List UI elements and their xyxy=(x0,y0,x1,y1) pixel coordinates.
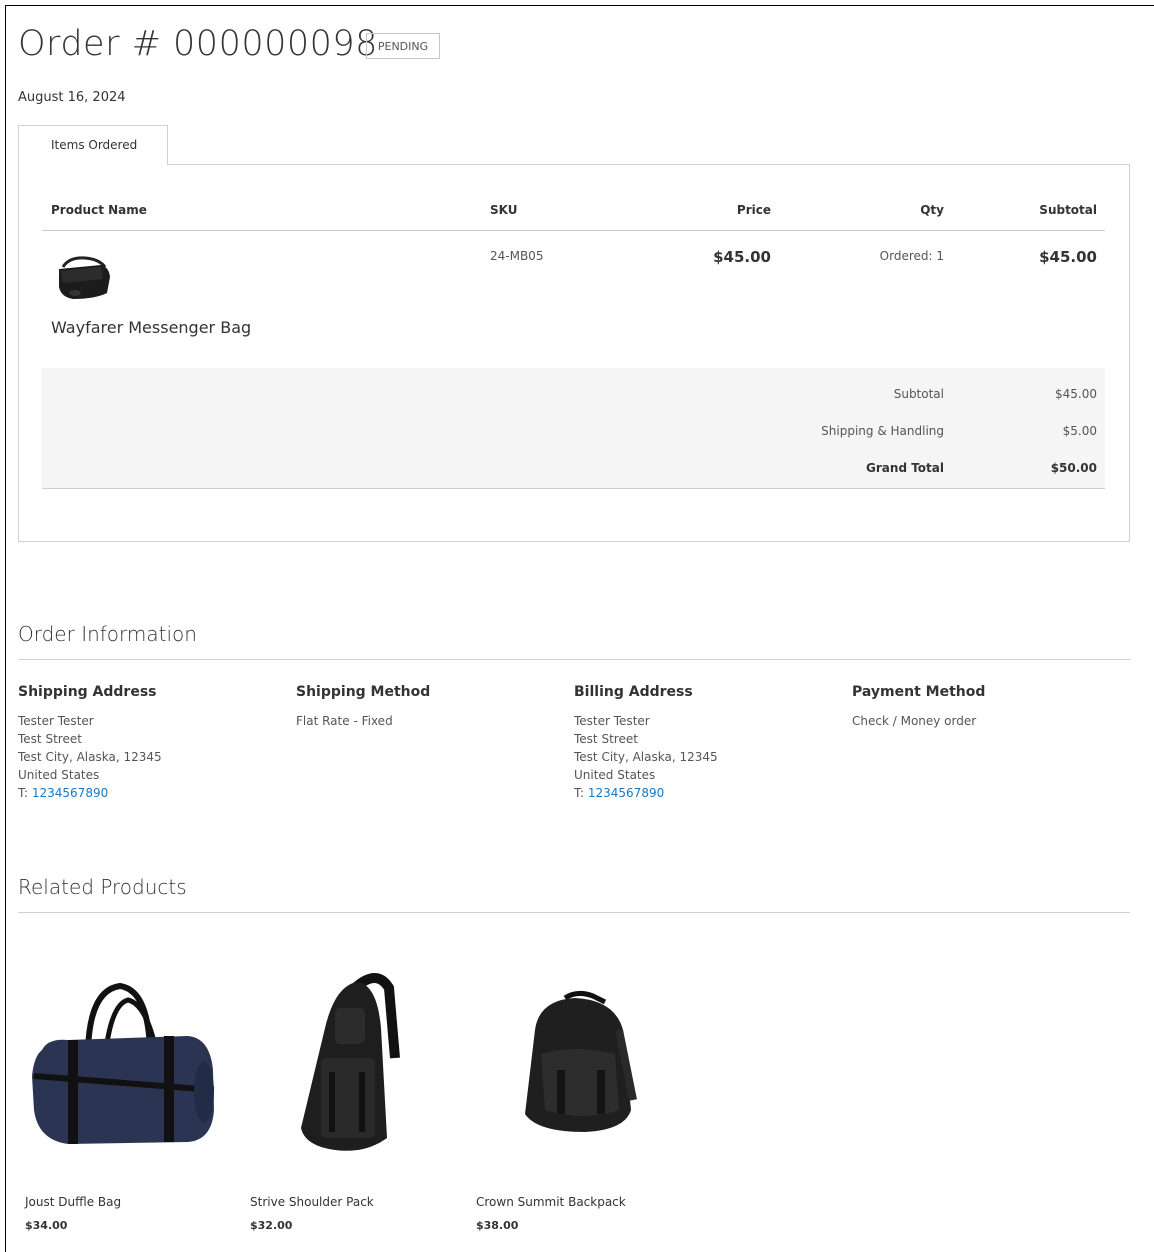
related-product-name[interactable]: Strive Shoulder Pack xyxy=(250,1195,374,1209)
product-qty: Ordered: 1 xyxy=(879,249,944,263)
column-header-price: Price xyxy=(736,203,771,217)
section-divider xyxy=(18,659,1130,660)
billing-name: Tester Tester xyxy=(574,714,650,728)
tab-items-ordered[interactable]: Items Ordered xyxy=(18,125,168,165)
totals-grand-total-value: $50.00 xyxy=(1050,461,1097,475)
shipping-country: United States xyxy=(18,768,100,782)
related-product-name[interactable]: Joust Duffle Bag xyxy=(25,1195,121,1209)
column-header-qty: Qty xyxy=(920,203,944,217)
shipping-street: Test Street xyxy=(18,732,82,746)
related-product-price: $34.00 xyxy=(25,1219,68,1232)
totals-shipping-label: Shipping & Handling xyxy=(821,424,944,438)
messenger-bag-image[interactable] xyxy=(55,255,113,303)
billing-address-heading: Billing Address xyxy=(574,684,693,700)
related-product-price: $38.00 xyxy=(476,1219,519,1232)
billing-phone-link[interactable]: 1234567890 xyxy=(588,786,664,800)
shipping-city: Test City, Alaska, 12345 xyxy=(18,750,162,764)
phone-prefix: T: xyxy=(574,786,588,800)
related-products-title: Related Products xyxy=(18,875,187,899)
shipping-address-heading: Shipping Address xyxy=(18,684,157,700)
related-product-name[interactable]: Crown Summit Backpack xyxy=(476,1195,626,1209)
totals-shipping-value: $5.00 xyxy=(1062,424,1097,438)
order-totals xyxy=(42,368,1105,489)
product-price: $45.00 xyxy=(713,248,771,266)
billing-country: United States xyxy=(574,768,656,782)
header-divider xyxy=(42,230,1105,231)
shipping-address: Tester Tester Test Street Test City, Ala… xyxy=(18,712,162,802)
column-header-sku: SKU xyxy=(490,203,518,217)
phone-prefix: T: xyxy=(18,786,32,800)
shoulder-pack-image[interactable] xyxy=(285,968,415,1158)
payment-method-value: Check / Money order xyxy=(852,714,977,728)
product-sku: 24-MB05 xyxy=(490,249,544,263)
billing-city: Test City, Alaska, 12345 xyxy=(574,750,718,764)
column-header-subtotal: Subtotal xyxy=(1039,203,1097,217)
product-name[interactable]: Wayfarer Messenger Bag xyxy=(51,318,251,337)
duffle-bag-image[interactable] xyxy=(28,980,218,1150)
column-header-product-name: Product Name xyxy=(51,203,147,217)
page-title: Order # 000000098 xyxy=(18,24,378,64)
payment-method-heading: Payment Method xyxy=(852,684,986,700)
shipping-name: Tester Tester xyxy=(18,714,94,728)
billing-street: Test Street xyxy=(574,732,638,746)
totals-subtotal-value: $45.00 xyxy=(1055,387,1097,401)
totals-grand-total-label: Grand Total xyxy=(866,461,944,475)
status-badge: PENDING xyxy=(366,33,440,59)
shipping-phone-link[interactable]: 1234567890 xyxy=(32,786,108,800)
section-divider xyxy=(18,912,1130,913)
product-subtotal: $45.00 xyxy=(1039,248,1097,266)
billing-phone-line: T: 1234567890 xyxy=(574,784,718,802)
shipping-phone-line: T: 1234567890 xyxy=(18,784,162,802)
billing-address: Tester Tester Test Street Test City, Ala… xyxy=(574,712,718,802)
tab-label: Items Ordered xyxy=(51,138,138,152)
shipping-method-value: Flat Rate - Fixed xyxy=(296,714,393,728)
related-product-price: $32.00 xyxy=(250,1219,293,1232)
backpack-image[interactable] xyxy=(515,990,640,1135)
totals-subtotal-label: Subtotal xyxy=(893,387,944,401)
order-information-title: Order Information xyxy=(18,622,197,646)
order-date: August 16, 2024 xyxy=(18,90,126,105)
shipping-method-heading: Shipping Method xyxy=(296,684,431,700)
